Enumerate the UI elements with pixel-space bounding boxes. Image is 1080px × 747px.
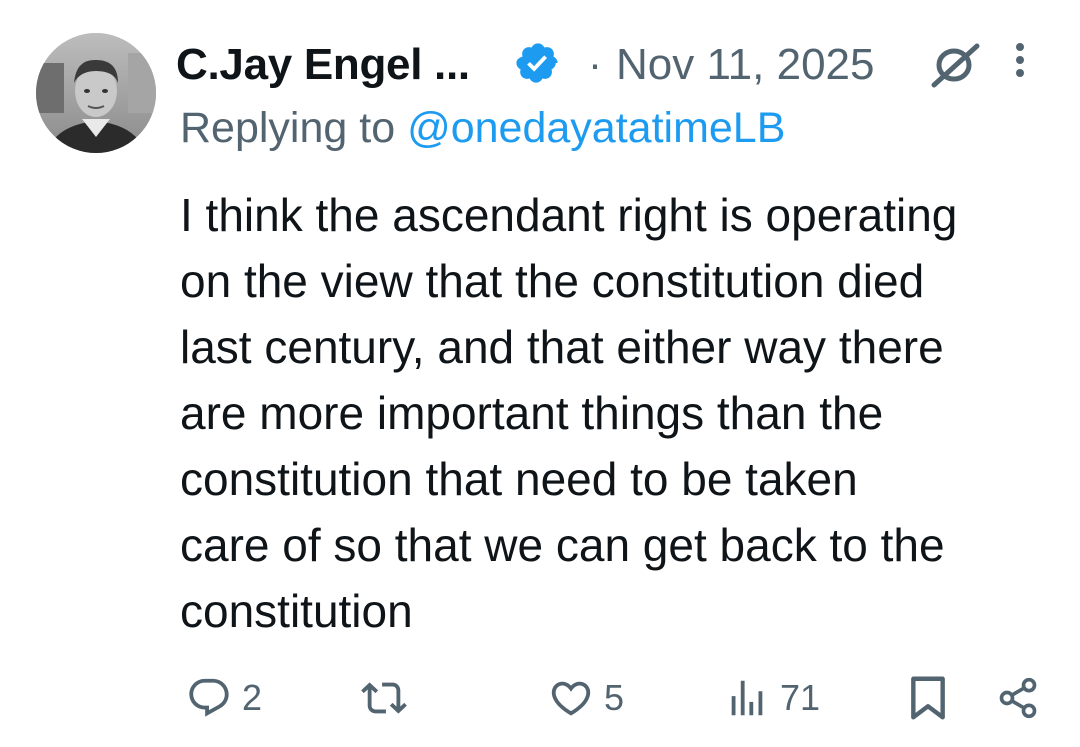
reply-handle-link[interactable]: @onedayatatimeLB <box>407 104 785 152</box>
tweet-text-line: on the view that the constitution died <box>180 255 925 307</box>
verified-badge-icon[interactable] <box>515 40 561 86</box>
tweet-header: C.Jay Engel ... · Nov 11, 2025 <box>176 38 1056 94</box>
repost-icon <box>361 682 407 714</box>
share-button[interactable] <box>996 670 1040 726</box>
profile-photo-icon <box>36 33 156 153</box>
replying-to-prefix: Replying to <box>180 104 408 152</box>
like-count: 5 <box>604 677 625 718</box>
heart-icon <box>551 681 591 716</box>
tweet-text-line: constitution that need to be taken <box>180 453 858 505</box>
views-button[interactable]: 71 <box>724 670 820 726</box>
grok-icon[interactable] <box>930 42 982 88</box>
tweet-text-line: care of so that we can get back to the <box>180 519 945 571</box>
more-options-icon[interactable] <box>1008 40 1032 86</box>
bookmark-button[interactable] <box>906 670 950 726</box>
views-chart-icon <box>731 680 763 716</box>
reply-icon <box>189 678 229 717</box>
avatar[interactable] <box>36 33 156 153</box>
author-display-name[interactable]: C.Jay Engel ... <box>176 40 470 90</box>
separator-dot: · <box>588 40 602 87</box>
replying-to: Replying to @onedayatatimeLB <box>180 104 785 153</box>
tweet-text-line: constitution <box>180 585 413 637</box>
tweet-text-line: I think the ascendant right is operating <box>180 189 958 241</box>
repost-button[interactable] <box>356 670 422 726</box>
tweet-text-line: are more important things than the <box>180 387 884 439</box>
tweet-date[interactable]: Nov 11, 2025 <box>616 40 874 90</box>
share-icon <box>999 677 1037 719</box>
tweet-text-line: last century, and that either way there <box>180 321 944 373</box>
reply-count: 2 <box>242 677 263 718</box>
like-button[interactable]: 5 <box>548 670 624 726</box>
bookmark-icon <box>911 676 945 720</box>
views-count: 71 <box>780 677 821 718</box>
tweet-text: I think the ascendant right is operating… <box>180 182 1060 644</box>
reply-button[interactable]: 2 <box>186 670 262 726</box>
